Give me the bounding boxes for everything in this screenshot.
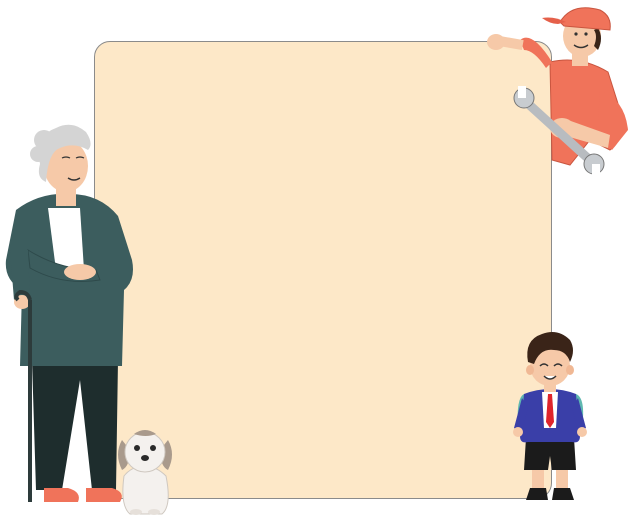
schoolboy-character (510, 328, 590, 506)
mechanic-icon (487, 7, 628, 176)
dog-icon (118, 430, 172, 515)
dog-character (116, 426, 174, 516)
schoolboy-icon (513, 332, 587, 500)
mechanic-character (480, 0, 631, 180)
